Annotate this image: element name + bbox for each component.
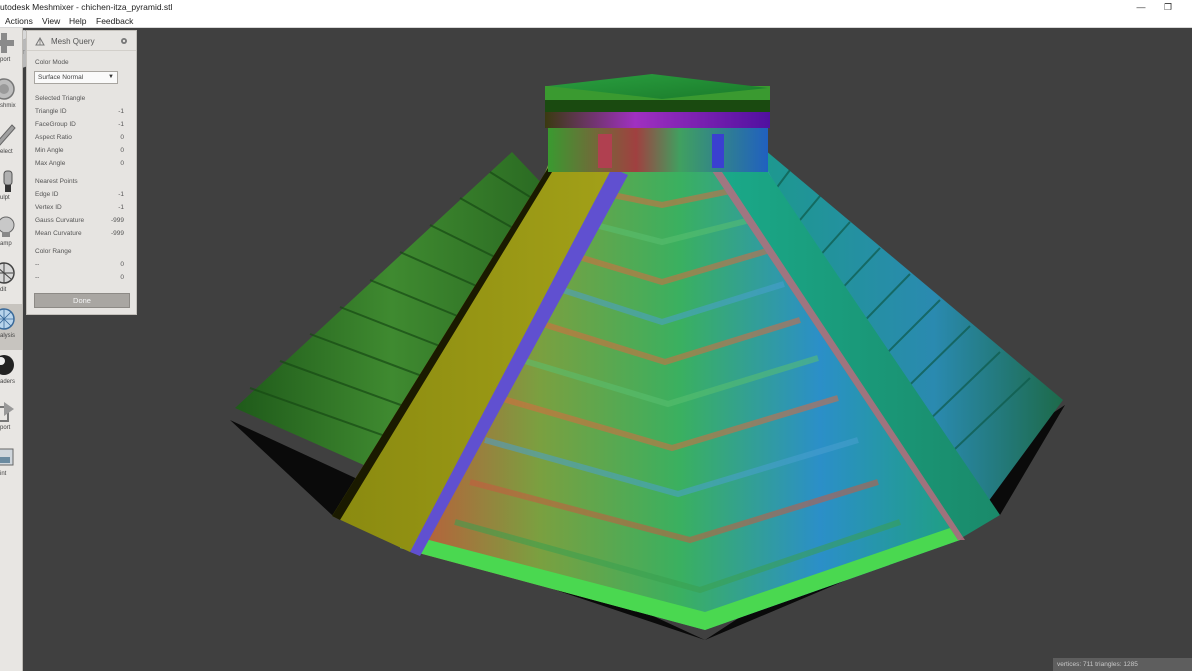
stamp-icon [0,216,15,237]
toolbar-item-select[interactable]: elect [0,120,22,166]
select-brush-icon [0,124,16,146]
row-key: Aspect Ratio [35,134,72,141]
row-key: Max Angle [35,160,66,167]
toolbar-label: alysis [0,333,16,339]
mesh-query-icon [35,36,45,46]
row-max-angle: Max Angle 0 [35,160,124,170]
toolbar-label: amp [0,241,12,247]
row-color-range-max: -- 0 [35,274,124,284]
analysis-globe-icon [0,308,15,330]
row-value: 0 [120,134,124,141]
menu-feedback[interactable]: Feedback [96,16,133,26]
chevron-down-icon: ▼ [108,74,114,80]
row-min-angle: Min Angle 0 [35,147,124,157]
toolbar-item-edit[interactable]: dit [0,258,22,304]
row-key: Mean Curvature [35,230,82,237]
row-value: 0 [120,261,124,268]
row-value: 0 [120,274,124,281]
row-value: -1 [118,204,124,211]
toolbar-item-shaders[interactable]: aders [0,350,22,396]
done-button[interactable]: Done [34,293,130,308]
color-mode-label: Color Mode [35,59,69,66]
mesh-query-panel: Mesh Query Color Mode Surface Normal ▼ S… [26,30,137,315]
toolbar-label: shmix [0,103,16,109]
meshmix-sphere-icon [0,78,15,100]
edit-mesh-icon [0,262,15,284]
row-value: -999 [110,217,124,224]
toolbar-label: ulpt [0,195,10,201]
row-mean-curvature: Mean Curvature -999 [35,230,124,240]
toolbar-item-sculpt[interactable]: ulpt [0,166,22,212]
row-value: 0 [120,147,124,154]
row-key: Edge ID [35,191,59,198]
pyramid-model[interactable] [0,28,1192,671]
export-arrow-icon [0,402,14,422]
toolbar-item-import[interactable]: port [0,28,22,74]
row-value: -1 [118,108,124,115]
toolbar-label: int [0,471,7,477]
toolbar-item-stamp[interactable]: amp [0,212,22,258]
sculpt-brush-icon [3,170,13,192]
row-edge-id: Edge ID -1 [35,191,124,201]
color-mode-select[interactable]: Surface Normal ▼ [34,71,118,84]
color-range-label: Color Range [35,248,72,255]
row-value: -999 [110,230,124,237]
row-vertex-id: Vertex ID -1 [35,204,124,214]
row-key: Gauss Curvature [35,217,85,224]
toolbar-label: aders [0,379,16,385]
row-key: Vertex ID [35,204,62,211]
toolbar-label: dit [0,287,7,293]
nearest-points-label: Nearest Points [35,178,78,185]
row-key: Min Angle [35,147,64,154]
menu-bar: Actions View Help Feedback [0,15,1192,28]
menu-help[interactable]: Help [69,16,86,26]
row-facegroup-id: FaceGroup ID -1 [35,121,124,131]
toolbar-label: port [0,425,11,431]
title-bar: utodesk Meshmixer - chichen-itza_pyramid… [0,0,1192,15]
minimize-button[interactable]: — [1134,1,1148,13]
import-plus-icon [0,33,14,53]
print-icon [0,448,14,466]
toolbar-item-export[interactable]: port [0,396,22,442]
left-toolbar: port shmix elect ulpt amp dit alysis ade… [0,28,23,671]
row-value: -1 [118,191,124,198]
row-value: 0 [120,160,124,167]
color-mode-value: Surface Normal [38,74,84,81]
toolbar-label: elect [0,149,13,155]
row-key: FaceGroup ID [35,121,76,128]
window-title: utodesk Meshmixer - chichen-itza_pyramid… [0,2,173,12]
status-bar: vertices: 711 triangles: 1285 [1053,658,1192,671]
row-gauss-curvature: Gauss Curvature -999 [35,217,124,227]
menu-view[interactable]: View [42,16,60,26]
selected-triangle-label: Selected Triangle [35,95,86,102]
toolbar-label: port [0,57,11,63]
gear-icon[interactable] [120,37,128,45]
row-aspect-ratio: Aspect Ratio 0 [35,134,124,144]
row-value: -1 [118,121,124,128]
3d-viewport[interactable]: FRONT RI [0,28,1192,671]
shaders-ball-icon [0,355,14,375]
row-triangle-id: Triangle ID -1 [35,108,124,118]
row-key: Triangle ID [35,108,67,115]
restore-button[interactable]: ❐ [1161,1,1175,13]
panel-header: Mesh Query [27,31,136,51]
row-key: -- [35,274,40,281]
toolbar-item-print[interactable]: int [0,442,22,488]
panel-title: Mesh Query [51,37,95,46]
toolbar-item-meshmix[interactable]: shmix [0,74,22,120]
row-key: -- [35,261,40,268]
menu-actions[interactable]: Actions [5,16,33,26]
toolbar-item-analysis[interactable]: alysis [0,304,22,350]
row-color-range-min: -- 0 [35,261,124,271]
